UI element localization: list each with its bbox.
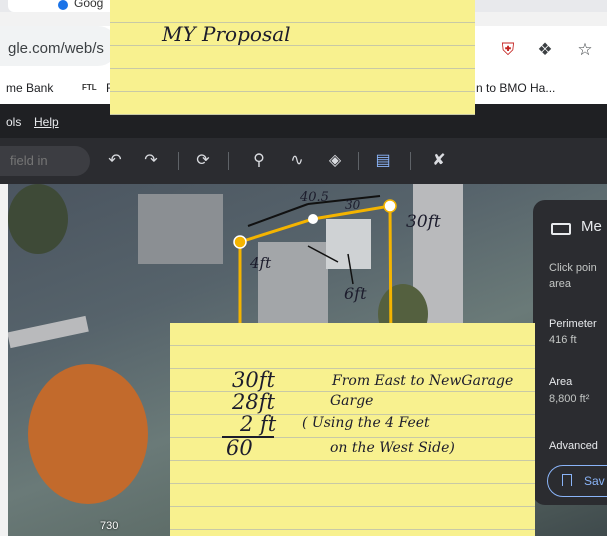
- perimeter-value: 416 ft: [549, 334, 577, 346]
- sticky-note-bottom: 30ft From East to NewGarage 28ft Garge 2…: [170, 323, 535, 536]
- bookmark-bmo[interactable]: n to BMO Ha...: [476, 81, 555, 95]
- bookmark-ftl-icon[interactable]: FTL: [82, 83, 97, 92]
- ruler-icon: [551, 223, 571, 235]
- extension-puzzle-icon[interactable]: ❖: [535, 40, 555, 60]
- url-field[interactable]: gle.com/web/s: [0, 26, 118, 66]
- annotation-top-right-length: 30: [345, 198, 361, 212]
- menu-help[interactable]: Help: [34, 115, 59, 129]
- note-line2-text: Garge: [330, 393, 374, 409]
- measure-icon[interactable]: ✘: [428, 150, 450, 172]
- annotation-top-length: 40.5: [300, 190, 329, 205]
- menu-tools[interactable]: ols: [6, 115, 21, 129]
- measure-panel: Me Click poin area Perimeter 416 ft Area…: [533, 200, 607, 505]
- reading-list-icon[interactable]: ☆: [575, 40, 595, 60]
- instruction-line-2: area: [549, 278, 572, 290]
- house-number-label: 730: [100, 520, 119, 532]
- layers-icon[interactable]: ◈: [324, 150, 346, 172]
- annotation-lower-length: 6ft: [344, 284, 367, 303]
- maps-toolbar: ↶ ↷ ⟳ ⚲ ∿ ◈ ▤ ✘: [0, 138, 607, 184]
- instruction-line-1: Click poin: [549, 262, 597, 274]
- toolbar-divider: [358, 152, 359, 170]
- panel-title: Me: [581, 218, 602, 235]
- note-line4-num: 60: [226, 436, 253, 460]
- toolbar-divider: [178, 152, 179, 170]
- google-favicon-icon: [58, 0, 68, 10]
- placemark-icon[interactable]: ⚲: [248, 150, 270, 172]
- path-icon[interactable]: ∿: [286, 150, 308, 172]
- toolbar-divider: [228, 152, 229, 170]
- note-line3-text: ( Using the 4 Feet: [302, 415, 430, 431]
- note-line2-num: 28ft: [232, 390, 275, 414]
- save-button-label: Sav: [584, 474, 605, 488]
- redo-icon[interactable]: ↷: [140, 150, 162, 172]
- handwritten-arrows: [307, 245, 354, 285]
- advanced-toggle[interactable]: Advanced: [549, 440, 598, 452]
- bookmark-bank[interactable]: me Bank: [6, 81, 53, 95]
- sticky-note-top: MY Proposal: [110, 0, 475, 115]
- search-input[interactable]: [8, 152, 88, 169]
- browser-tab[interactable]: Goog: [8, 0, 116, 12]
- note-line4-text: on the West Side): [330, 440, 455, 456]
- measure-point-mid[interactable]: [308, 214, 318, 224]
- note-line1-num: 30ft: [232, 368, 275, 392]
- save-button[interactable]: Sav: [547, 465, 607, 497]
- measure-point-right[interactable]: [383, 199, 397, 213]
- area-value: 8,800 ft²: [549, 393, 590, 405]
- note-line3-num: 2 ft: [240, 412, 277, 436]
- toolbar-divider: [410, 152, 411, 170]
- history-icon[interactable]: ⟳: [192, 150, 214, 172]
- sticky-title: MY Proposal: [162, 22, 291, 46]
- ruler-icon[interactable]: ▤: [372, 150, 394, 172]
- annotation-left-length: 4ft: [250, 254, 272, 272]
- url-text: gle.com/web/s: [8, 40, 104, 57]
- note-line1-text: From East to NewGarage: [332, 373, 514, 389]
- measure-point-left[interactable]: [233, 235, 247, 249]
- search-field[interactable]: [0, 146, 90, 176]
- tab-title: Goog: [74, 0, 104, 10]
- undo-icon[interactable]: ↶: [104, 150, 126, 172]
- area-label: Area: [549, 376, 573, 388]
- bookmark-icon: [562, 474, 572, 486]
- annotation-right-length: 30ft: [406, 212, 441, 232]
- extension-shield-icon[interactable]: ⛨: [498, 40, 518, 60]
- perimeter-label: Perimeter: [549, 318, 597, 330]
